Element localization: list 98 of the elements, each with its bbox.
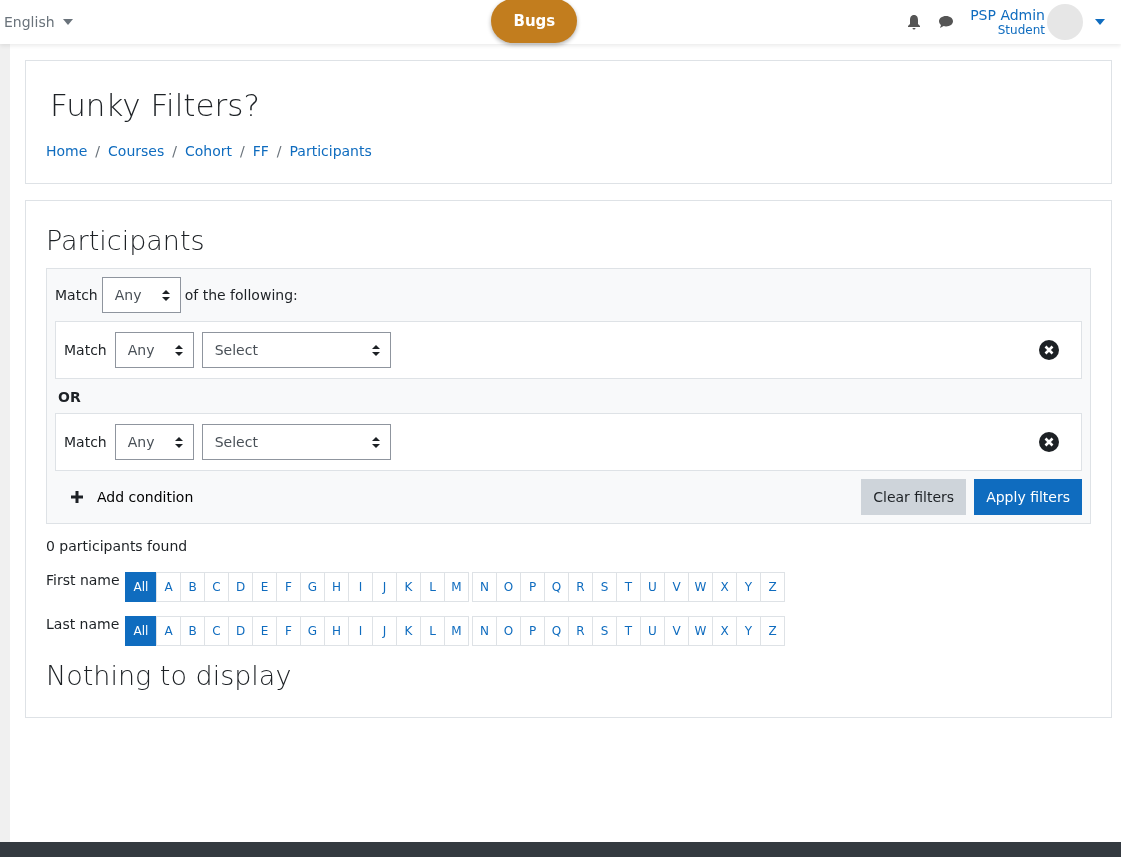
result-count: 0 participants found — [46, 538, 189, 554]
initial-letter-link[interactable]: R — [568, 572, 593, 602]
initial-letter-link[interactable]: N — [472, 616, 497, 646]
field-select[interactable]: Select — [201, 424, 391, 460]
initial-letter-link[interactable]: E — [252, 616, 277, 646]
initial-letter-link[interactable]: A — [156, 616, 181, 646]
initial-letter-link[interactable]: B — [180, 572, 205, 602]
initial-letter-link[interactable]: R — [568, 616, 593, 646]
initial-letter-link[interactable]: C — [204, 572, 229, 602]
breadcrumb-link[interactable]: Participants — [289, 143, 372, 159]
language-menu[interactable]: English — [4, 14, 73, 30]
caret-icon[interactable] — [1095, 19, 1105, 25]
initial-letter-link[interactable]: Y — [736, 616, 761, 646]
up-down-caret-icon — [371, 436, 380, 448]
initial-letter-link[interactable]: D — [228, 616, 253, 646]
initial-letter-link[interactable]: I — [348, 616, 373, 646]
initial-letter-link[interactable]: Y — [736, 572, 761, 602]
initial-letter-link[interactable]: All — [125, 572, 157, 602]
empty-message: Nothing to display — [46, 660, 293, 691]
up-down-caret-icon — [174, 344, 183, 356]
initial-letter-link[interactable]: X — [712, 572, 737, 602]
clear-filters-button[interactable]: Clear filters — [861, 479, 967, 515]
match-select[interactable]: Any — [101, 277, 181, 313]
initial-letter-link[interactable]: F — [276, 616, 301, 646]
user-name[interactable]: PSP Admin — [970, 7, 1045, 23]
match-select[interactable]: Any — [114, 424, 194, 460]
initial-letter-link[interactable]: P — [520, 572, 545, 602]
breadcrumb-separator: / — [240, 143, 245, 159]
apply-filters-button[interactable]: Apply filters — [974, 479, 1082, 515]
up-down-caret-icon — [371, 344, 380, 356]
initial-letter-link[interactable]: A — [156, 572, 181, 602]
match-select[interactable]: Any — [114, 332, 194, 368]
plus-icon — [71, 491, 83, 503]
initial-letter-link[interactable]: V — [664, 572, 689, 602]
initial-letter-link[interactable]: T — [616, 572, 641, 602]
field-select[interactable]: Select — [201, 332, 391, 368]
initial-letter-link[interactable]: O — [496, 572, 521, 602]
add-condition-button[interactable]: Add condition — [55, 489, 210, 505]
initial-letter-link[interactable]: I — [348, 572, 373, 602]
initial-letter-link[interactable]: All — [125, 616, 157, 646]
initial-letter-link[interactable]: F — [276, 572, 301, 602]
initial-letter-link[interactable]: G — [300, 616, 325, 646]
breadcrumb-link[interactable]: Cohort — [184, 143, 232, 159]
chat-bubble-icon[interactable] — [938, 14, 955, 30]
initial-letter-link[interactable]: T — [616, 616, 641, 646]
breadcrumb-link[interactable]: Courses — [108, 143, 165, 159]
initial-letter-link[interactable]: C — [204, 616, 229, 646]
initial-letter-link[interactable]: X — [712, 616, 737, 646]
initial-letter-link[interactable]: G — [300, 572, 325, 602]
initial-letter-link[interactable]: M — [444, 572, 469, 602]
remove-icon[interactable] — [1039, 432, 1059, 452]
initial-letter-link[interactable]: S — [592, 616, 617, 646]
initial-letter-link[interactable]: L — [420, 572, 445, 602]
initial-letter-link[interactable]: L — [420, 616, 445, 646]
initial-letter-link[interactable]: K — [396, 616, 421, 646]
initial-letter-link[interactable]: Q — [544, 572, 569, 602]
initial-letter-link[interactable]: U — [640, 572, 665, 602]
initial-letter-link[interactable]: W — [688, 616, 713, 646]
page-title: Funky Filters? — [50, 87, 261, 123]
user-role: Student — [997, 23, 1045, 37]
initial-letter-link[interactable]: N — [472, 572, 497, 602]
initial-letter-link[interactable]: W — [688, 572, 713, 602]
caret-icon — [62, 19, 73, 25]
match-label: Match — [55, 287, 98, 303]
initial-letter-link[interactable]: Z — [760, 616, 785, 646]
match-label: Match — [64, 434, 107, 450]
initial-letter-link[interactable]: K — [396, 572, 421, 602]
initial-letter-link[interactable]: M — [444, 616, 469, 646]
initial-letter-link[interactable]: J — [372, 572, 397, 602]
initial-letter-link[interactable]: J — [372, 616, 397, 646]
breadcrumb-separator: / — [95, 143, 101, 159]
initial-letter-link[interactable]: B — [180, 616, 205, 646]
initials-label: First name — [46, 572, 121, 588]
initial-letter-link[interactable]: Q — [544, 616, 569, 646]
up-down-caret-icon — [174, 436, 183, 448]
initial-letter-link[interactable]: S — [592, 572, 617, 602]
initial-letter-link[interactable]: Z — [760, 572, 785, 602]
match-suffix: of the following: — [184, 287, 298, 303]
initial-letter-link[interactable]: E — [252, 572, 277, 602]
bell-icon[interactable] — [906, 14, 923, 30]
initial-letter-link[interactable]: D — [228, 572, 253, 602]
up-down-caret-icon — [161, 289, 170, 301]
breadcrumb-link[interactable]: FF — [252, 143, 269, 159]
section-heading: Participants — [46, 225, 206, 256]
remove-icon[interactable] — [1039, 340, 1059, 360]
initial-letter-link[interactable]: H — [324, 572, 349, 602]
breadcrumb-separator: / — [172, 143, 177, 159]
or-joiner: OR — [58, 389, 82, 405]
initial-letter-link[interactable]: P — [520, 616, 545, 646]
breadcrumb-separator: / — [276, 143, 282, 159]
initials-label: Last name — [46, 616, 121, 632]
initial-letter-link[interactable]: O — [496, 616, 521, 646]
environment-badge: Bugs — [491, 0, 578, 43]
initial-letter-link[interactable]: U — [640, 616, 665, 646]
initial-letter-link[interactable]: H — [324, 616, 349, 646]
initial-letter-link[interactable]: V — [664, 616, 689, 646]
breadcrumb-link[interactable]: Home — [46, 143, 88, 159]
match-label: Match — [64, 342, 107, 358]
